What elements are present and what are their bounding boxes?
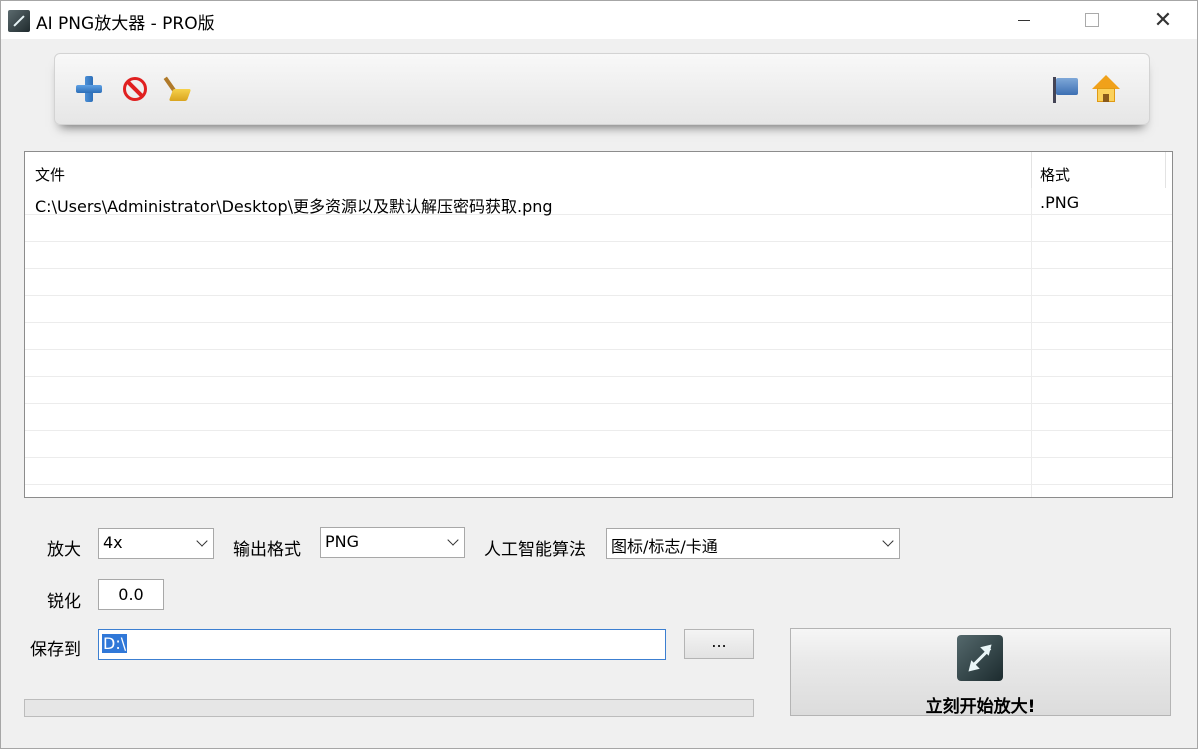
enlarge-arrows-icon — [957, 635, 1003, 681]
toolbar — [54, 53, 1150, 125]
language-button[interactable] — [1049, 73, 1081, 105]
scale-label: 放大 — [47, 540, 81, 560]
minimize-icon — [1018, 19, 1030, 21]
remove-file-button[interactable] — [119, 73, 151, 105]
browse-button[interactable]: ... — [684, 629, 754, 659]
chevron-down-icon — [447, 534, 459, 546]
column-header-format[interactable]: 格式 — [1040, 164, 1070, 185]
empty-row — [25, 377, 1172, 404]
column-header-file[interactable]: 文件 — [35, 164, 65, 185]
file-path: C:\Users\Administrator\Desktop\更多资源以及默认解… — [35, 197, 553, 216]
progress-bar — [24, 699, 754, 717]
output-format-value: PNG — [325, 532, 360, 551]
sharpen-input[interactable]: 0.0 — [98, 579, 164, 610]
remove-icon — [123, 77, 147, 101]
ai-algorithm-value: 图标/标志/卡通 — [611, 537, 718, 556]
start-enlarge-button[interactable]: 立刻开始放大! — [790, 628, 1171, 717]
file-list-header: 文件 格式 — [25, 152, 1172, 189]
clear-list-button[interactable] — [161, 73, 193, 105]
empty-row — [25, 296, 1172, 323]
app-window: AI PNG放大器 - PRO版 ✕ 文件 格式 C:\Users\Admini… — [0, 0, 1198, 749]
chevron-down-icon — [882, 535, 894, 547]
empty-row — [25, 269, 1172, 296]
close-icon: ✕ — [1153, 7, 1173, 33]
file-format: .PNG — [1040, 193, 1080, 212]
file-row[interactable]: C:\Users\Administrator\Desktop\更多资源以及默认解… — [25, 188, 1172, 216]
empty-row — [25, 323, 1172, 350]
empty-row — [25, 350, 1172, 377]
save-to-label: 保存到 — [30, 640, 81, 660]
chevron-down-icon — [196, 535, 208, 547]
empty-row — [25, 242, 1172, 269]
save-to-input[interactable]: D:\ — [98, 629, 666, 660]
close-button[interactable]: ✕ — [1140, 1, 1186, 39]
home-button[interactable] — [1090, 73, 1122, 105]
empty-row — [25, 404, 1172, 431]
maximize-button[interactable] — [1069, 1, 1115, 39]
sharpen-label: 锐化 — [47, 592, 81, 612]
sharpen-value: 0.0 — [118, 585, 144, 604]
start-button-label: 立刻开始放大! — [925, 697, 1036, 717]
save-to-value: D:\ — [102, 634, 128, 653]
window-title: AI PNG放大器 - PRO版 — [36, 14, 215, 34]
empty-row — [25, 431, 1172, 458]
title-bar: AI PNG放大器 - PRO版 ✕ — [1, 1, 1197, 39]
ai-algorithm-label: 人工智能算法 — [484, 540, 586, 560]
output-format-select[interactable]: PNG — [320, 527, 465, 558]
add-file-button[interactable] — [73, 73, 105, 105]
output-format-label: 输出格式 — [233, 540, 301, 560]
scale-select[interactable]: 4x — [98, 528, 214, 559]
maximize-icon — [1085, 13, 1099, 27]
scale-value: 4x — [103, 533, 123, 552]
minimize-button[interactable] — [1001, 1, 1047, 39]
empty-row — [25, 215, 1172, 242]
file-list[interactable]: 文件 格式 C:\Users\Administrator\Desktop\更多资… — [24, 151, 1173, 498]
ai-algorithm-select[interactable]: 图标/标志/卡通 — [606, 528, 900, 559]
app-logo-icon — [8, 10, 30, 32]
empty-row — [25, 458, 1172, 485]
